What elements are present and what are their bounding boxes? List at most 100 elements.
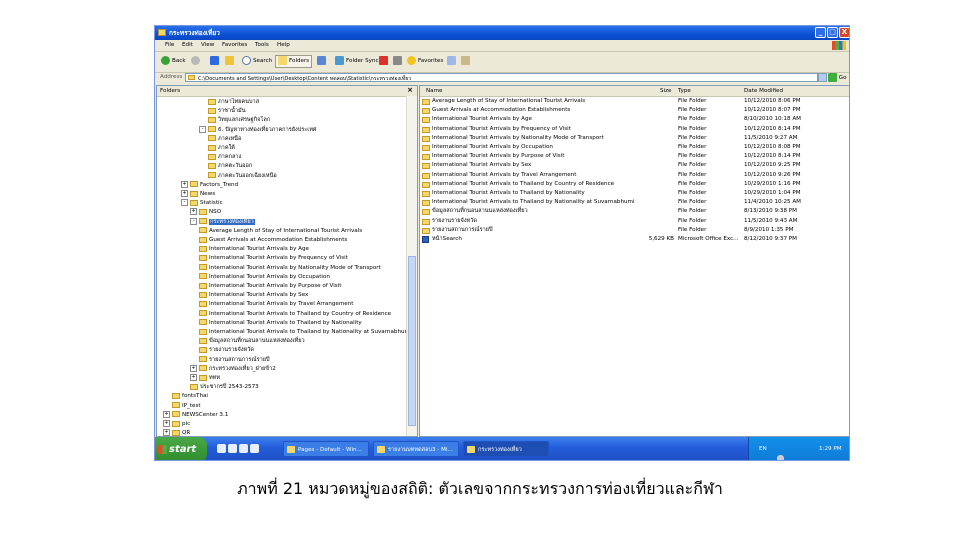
tree-item[interactable]: วิทยุแลกเศรษฐกิจโลก <box>208 116 270 125</box>
tree-item[interactable]: + NSO <box>190 208 221 217</box>
window-titlebar[interactable]: กระทรวงท่องเที่ยว _ □ X <box>155 26 849 40</box>
copy-button[interactable] <box>447 56 458 66</box>
tree-item[interactable]: + ททท <box>190 374 220 383</box>
tree-item[interactable]: - Statistic <box>181 199 223 208</box>
folders-button[interactable]: Folders <box>275 55 313 68</box>
paste-button[interactable] <box>461 56 472 66</box>
collapse-icon[interactable]: - <box>181 199 188 207</box>
expand-icon[interactable]: + <box>190 374 197 381</box>
tree-item[interactable]: IP_test <box>172 402 201 411</box>
close-button[interactable]: X <box>839 27 849 38</box>
tree-item[interactable]: International Tourist Arrivals by Nation… <box>199 264 381 273</box>
file-row[interactable]: ข้อมูลสถานที่กนอนลานนแหล่งท่องเที่ยว File… <box>420 207 849 216</box>
tree-item[interactable]: - กระทรวงท่องเที่ยว <box>190 217 255 227</box>
ie-icon[interactable] <box>217 444 226 453</box>
tree-item[interactable]: + กระทรวงท่องเที่ยว_ฝ่ายข้า2 <box>190 364 276 374</box>
tree-item[interactable]: Guest Arrivals at Accommodation Establis… <box>199 236 347 245</box>
tree-item[interactable]: ราชาน้ำมัน <box>208 107 246 116</box>
file-row[interactable]: หน้าSearch 5,629 KB Microsoft Office Exc..… <box>420 235 849 244</box>
address-input[interactable]: C:\Documents and Settings\User\Desktop\C… <box>185 73 818 82</box>
file-row[interactable]: International Tourist Arrivals to Thaila… <box>420 189 849 198</box>
column-date-modified[interactable]: Date Modified <box>744 88 783 94</box>
column-name[interactable]: Name <box>426 88 443 94</box>
expand-icon[interactable]: + <box>163 429 170 436</box>
menu-help[interactable]: Help <box>277 42 290 48</box>
tree-item[interactable]: ภาษาไทยคนบาส <box>208 98 259 107</box>
scrollbar-thumb[interactable] <box>408 256 416 426</box>
tree-item[interactable]: - 6. ปัญหาทางท่องเที่ยวภาคการยังประเทศ <box>199 125 316 135</box>
delete-button[interactable] <box>379 56 390 66</box>
views-button[interactable] <box>317 56 328 66</box>
tree-item[interactable]: International Tourist Arrivals to Thaila… <box>199 319 362 328</box>
tree-item[interactable]: รายงานรายจังหวัด <box>199 346 254 355</box>
column-size[interactable]: Size <box>660 88 671 94</box>
file-row[interactable]: International Tourist Arrivals by Age Fil… <box>420 115 849 124</box>
tree-item[interactable]: International Tourist Arrivals to Thaila… <box>199 310 391 319</box>
expand-icon[interactable]: + <box>190 364 197 372</box>
media-icon[interactable] <box>228 444 237 453</box>
go-button[interactable]: Go <box>828 73 847 82</box>
collapse-icon[interactable]: - <box>190 217 197 225</box>
maximize-button[interactable]: □ <box>827 27 838 38</box>
folder-icon[interactable] <box>250 444 259 453</box>
task-button[interactable]: รายงานบททดสอบ3 - Mi... <box>373 441 459 457</box>
menu-favorites[interactable]: Favorites <box>222 42 247 48</box>
file-row[interactable]: International Tourist Arrivals by Nation… <box>420 134 849 143</box>
file-row[interactable]: รายงานรายจังหวัด File Folder 11/5/2010 9:4… <box>420 217 849 226</box>
tree-item[interactable]: International Tourist Arrivals by Purpos… <box>199 282 341 291</box>
tree-item[interactable]: ภาคเหนือ <box>208 135 241 144</box>
cut-button[interactable] <box>393 56 404 66</box>
task-button-active[interactable]: กระทรวงท่องเที่ยว <box>463 441 549 457</box>
file-row[interactable]: Guest Arrivals at Accommodation Establis… <box>420 106 849 115</box>
file-row[interactable]: International Tourist Arrivals by Travel… <box>420 171 849 180</box>
file-row[interactable]: International Tourist Arrivals by Freque… <box>420 125 849 134</box>
column-type[interactable]: Type <box>678 88 691 94</box>
tree-item[interactable]: ภาคใต้ <box>208 144 235 153</box>
favorites-button[interactable]: Favorites <box>407 56 443 66</box>
task-button[interactable]: Pages - Default - Win... <box>283 441 369 457</box>
tree-item[interactable]: Average Length of Stay of International … <box>199 227 362 236</box>
tree-item[interactable]: International Tourist Arrivals by Occupa… <box>199 273 330 282</box>
back-button[interactable]: Back <box>161 56 186 66</box>
tree-item[interactable]: + NEWSCenter 3.1 <box>163 410 228 420</box>
tree-item[interactable]: fontsThai <box>172 392 208 401</box>
folders-vertical-scrollbar[interactable] <box>406 96 417 436</box>
expand-icon[interactable]: + <box>181 180 188 188</box>
tree-item[interactable]: International Tourist Arrivals by Age <box>199 245 309 254</box>
file-row[interactable]: รายงานสถานการณ์รายปี File Folder 8/9/2010 … <box>420 226 849 235</box>
tree-item[interactable]: + QR <box>163 429 190 436</box>
tree-item[interactable]: ข้อมูลสถานที่กนอนลานนแหล่งท่องเที่ยว <box>199 337 305 346</box>
tree-item[interactable]: International Tourist Arrivals by Travel… <box>199 300 354 309</box>
expand-icon[interactable]: + <box>181 190 188 197</box>
folders-pane-close-icon[interactable]: × <box>407 86 413 94</box>
up-folder-button[interactable] <box>225 56 236 66</box>
expand-icon[interactable]: + <box>163 410 170 418</box>
tree-item[interactable]: ภาคกลาง <box>208 153 241 162</box>
show-desktop-icon[interactable] <box>239 444 248 453</box>
search-button[interactable]: Search <box>242 56 272 66</box>
expand-icon[interactable]: + <box>190 208 197 216</box>
folder-sync-button[interactable]: Folder Sync <box>335 56 379 66</box>
tree-item[interactable]: ภาคตะวันออก <box>208 162 252 171</box>
menu-tools[interactable]: Tools <box>255 42 269 48</box>
file-row[interactable]: International Tourist Arrivals by Purpos… <box>420 152 849 161</box>
start-button[interactable]: start <box>155 437 207 460</box>
undo-button[interactable] <box>210 56 221 66</box>
tree-item[interactable]: International Tourist Arrivals to Thaila… <box>199 328 412 337</box>
menu-file[interactable]: File <box>165 42 174 48</box>
file-row[interactable]: International Tourist Arrivals to Thaila… <box>420 180 849 189</box>
tree-item[interactable]: + Factors_Trend <box>181 180 238 190</box>
file-row[interactable]: International Tourist Arrivals to Thaila… <box>420 198 849 207</box>
collapse-icon[interactable]: - <box>199 125 206 133</box>
menu-view[interactable]: View <box>201 42 214 48</box>
address-dropdown-button[interactable] <box>818 73 827 82</box>
file-row[interactable]: Average Length of Stay of International … <box>420 97 849 106</box>
language-indicator[interactable]: EN <box>759 446 767 452</box>
forward-button[interactable] <box>191 56 202 66</box>
tree-item[interactable]: + News <box>181 190 215 199</box>
tree-item[interactable]: ประชากรปี 2543-2573 <box>190 383 259 392</box>
minimize-button[interactable]: _ <box>815 27 826 38</box>
tree-item[interactable]: + pic <box>163 420 190 429</box>
file-row[interactable]: International Tourist Arrivals by Sex Fil… <box>420 161 849 170</box>
security-icon[interactable] <box>777 455 784 460</box>
